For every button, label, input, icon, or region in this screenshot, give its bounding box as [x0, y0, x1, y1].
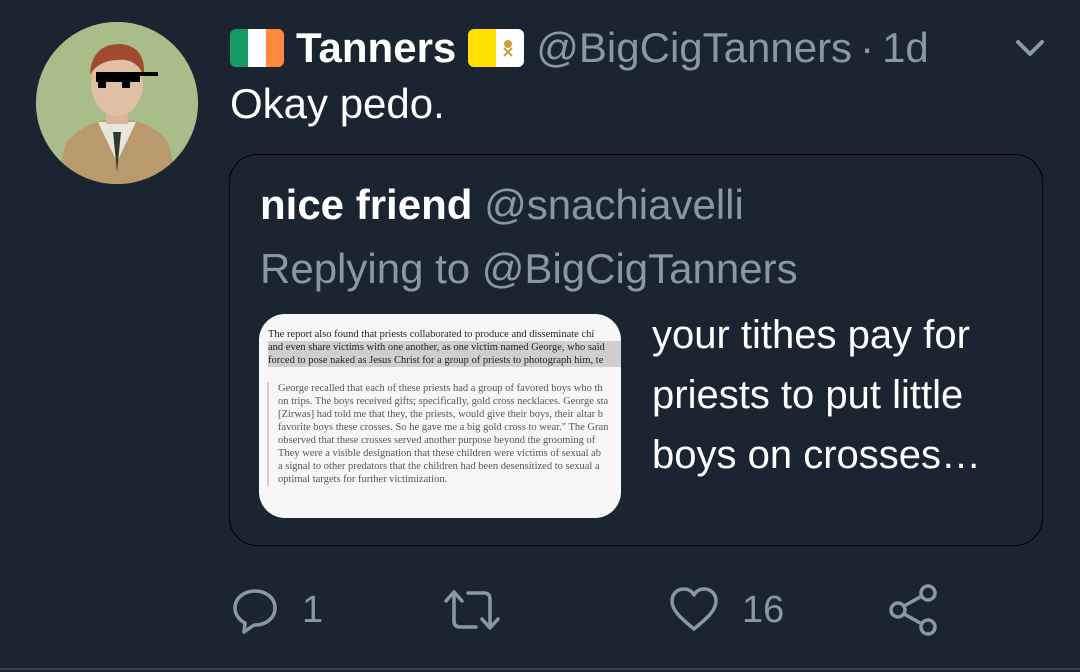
image-blockquote: George recalled that each of these pries…	[267, 382, 621, 486]
divider	[0, 668, 1080, 670]
image-text-line: The report also found that priests colla…	[268, 329, 595, 340]
share-icon	[889, 584, 937, 636]
reply-count: 1	[302, 588, 324, 631]
separator-dot: ·	[860, 24, 875, 71]
quoted-tweet[interactable]: nice friend @snachiavelli Replying to @B…	[229, 154, 1043, 546]
image-text-line: and even share victims with one another,…	[268, 341, 621, 354]
image-quote-line: George recalled that each of these pries…	[278, 383, 603, 394]
chevron-down-icon[interactable]	[1010, 30, 1050, 66]
image-quote-line: a signal to other predators that the chi…	[278, 461, 600, 472]
vatican-flag-icon	[468, 29, 525, 67]
heart-icon	[670, 587, 718, 631]
quoted-handle: @snachiavelli	[484, 181, 744, 228]
like-button[interactable]: 16	[668, 580, 784, 640]
avatar-illustration	[36, 22, 198, 184]
reply-icon	[233, 589, 277, 634]
quoted-author: nice friend @snachiavelli	[260, 181, 744, 229]
display-name[interactable]: Tanners	[296, 24, 456, 72]
avatar[interactable]	[36, 22, 198, 184]
image-quote-line: favorite boys these crosses. So he gave …	[278, 422, 609, 433]
action-bar: 1 16	[0, 580, 1080, 640]
share-button[interactable]	[886, 580, 942, 640]
retweet-button[interactable]	[442, 580, 524, 640]
image-quote-line: on trips. The boys received gifts; speci…	[278, 396, 609, 407]
reply-button[interactable]: 1	[230, 580, 323, 640]
like-count: 16	[742, 588, 785, 631]
quoted-display-name: nice friend	[260, 181, 473, 228]
image-quote-line: They were a visible designation that the…	[278, 448, 602, 459]
retweet-icon	[444, 590, 500, 630]
image-quote-line: [Zirwas] had told me that they, the prie…	[278, 409, 604, 420]
image-quote-line: optimal targets for further victimizatio…	[278, 474, 448, 485]
image-quote-line: observed that these crosses served anoth…	[278, 435, 596, 446]
timestamp[interactable]: 1d	[882, 24, 929, 72]
ireland-flag-icon	[230, 29, 284, 67]
tweet-header: Tanners @BigCigTanners · 1d	[230, 22, 929, 74]
image-article-paragraph: The report also found that priests colla…	[268, 328, 621, 367]
image-text-line: forced to pose naked as Jesus Christ for…	[268, 354, 621, 367]
author-handle[interactable]: @BigCigTanners	[536, 24, 852, 72]
tweet-text: Okay pedo.	[230, 80, 445, 127]
replying-to: Replying to @BigCigTanners	[260, 245, 798, 292]
quoted-text: your tithes pay for priests to put littl…	[652, 313, 982, 477]
quoted-image[interactable]: The report also found that priests colla…	[259, 314, 621, 518]
